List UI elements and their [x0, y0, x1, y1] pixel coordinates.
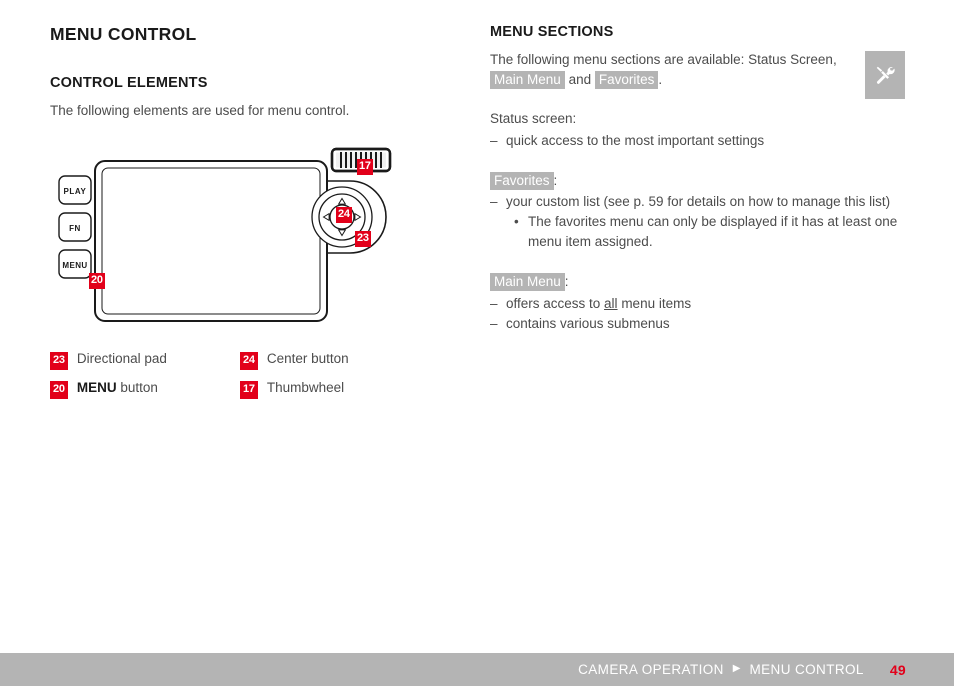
list-item: your custom list (see p. 59 for details … [490, 192, 905, 212]
menu-sections-intro: The following menu sections are availabl… [490, 50, 905, 89]
intro-part-2: and [568, 71, 592, 87]
diagram-marker-20: 20 [89, 272, 105, 289]
legend-label-rest: button [120, 379, 158, 395]
legend-label-bold: MENU [76, 379, 117, 395]
group-label-favorites: Favorites: [490, 171, 905, 191]
group-status-screen: Status screen: quick access to the most … [490, 109, 905, 151]
list-item: quick access to the most important setti… [490, 131, 905, 151]
camera-body-outline [94, 159, 328, 322]
legend-label: Center button [266, 350, 349, 366]
list-item-text-underline: all [604, 295, 618, 311]
right-column: MENU SECTIONS The following menu section… [490, 24, 905, 334]
legend-item-20: 20 MENU button [50, 380, 240, 399]
list-item: contains various submenus [490, 314, 905, 334]
intro-part-3: . [658, 71, 663, 87]
group-main-menu: Main Menu: offers access to all menu ite… [490, 272, 905, 334]
group-favorites: Favorites: your custom list (see p. 59 f… [490, 171, 905, 252]
page-title: MENU CONTROL [50, 24, 197, 44]
main-menu-list: offers access to all menu items contains… [490, 294, 905, 334]
page-footer: CAMERA OPERATION ▶ MENU CONTROL 49 [0, 653, 954, 686]
left-column: MENU CONTROL CONTROL ELEMENTS The follow… [50, 24, 450, 399]
legend-item-17: 17 Thumbwheel [240, 380, 430, 399]
legend-item-24: 24 Center button [240, 351, 430, 370]
svg-text:PLAY: PLAY [63, 187, 86, 196]
list-item: offers access to all menu items [490, 294, 905, 314]
control-elements-intro: The following elements are used for menu… [50, 103, 350, 118]
group-label-main-menu: Main Menu: [490, 272, 905, 292]
manual-page: MENU CONTROL CONTROL ELEMENTS The follow… [0, 0, 954, 686]
legend-number: 24 [240, 351, 258, 370]
legend-item-23: 23 Directional pad [50, 351, 240, 370]
group-label-suffix: : [564, 274, 569, 290]
list-item-text-after: menu items [617, 295, 692, 311]
diagram-marker-24: 24 [336, 206, 352, 223]
diagram-legend: 23 Directional pad 24 Center button 20 M… [50, 351, 410, 399]
favorites-sublist: The favorites menu can only be displayed… [490, 212, 905, 252]
diagram-marker-23: 23 [355, 230, 371, 247]
svg-text:MENU: MENU [62, 261, 87, 270]
tools-button[interactable] [865, 51, 905, 99]
camera-rear-diagram: PLAY FN MENU 17 24 23 20 [50, 141, 410, 331]
legend-label: Directional pad [76, 350, 167, 366]
tools-icon [876, 66, 895, 84]
section-title-menu-sections: MENU SECTIONS [490, 24, 614, 40]
legend-number: 23 [50, 351, 68, 370]
menu-tag-main-menu: Main Menu [490, 70, 565, 89]
chevron-right-icon: ▶ [732, 663, 741, 674]
intro-part-1: The following menu sections are availabl… [490, 52, 837, 67]
menu-tag-favorites: Favorites [490, 171, 554, 190]
legend-label: MENU button [77, 380, 158, 396]
list-item: The favorites menu can only be displayed… [514, 212, 905, 252]
legend-number: 20 [50, 380, 68, 399]
breadcrumb-section: MENU CONTROL [749, 662, 864, 677]
svg-text:FN: FN [69, 224, 81, 233]
group-label-status-screen: Status screen: [490, 111, 577, 127]
favorites-list: your custom list (see p. 59 for details … [490, 192, 905, 212]
status-screen-list: quick access to the most important setti… [490, 131, 905, 151]
diagram-marker-17: 17 [357, 158, 373, 175]
section-title-control-elements: CONTROL ELEMENTS [50, 75, 208, 91]
legend-label: Thumbwheel [266, 379, 345, 395]
legend-number: 17 [240, 380, 258, 399]
group-label-suffix: : [553, 172, 558, 188]
list-item-text-before: offers access to [506, 295, 605, 311]
page-number: 49 [889, 661, 906, 678]
menu-tag-favorites: Favorites [594, 70, 659, 89]
breadcrumb-chapter: CAMERA OPERATION [578, 662, 724, 677]
menu-tag-main-menu: Main Menu [490, 273, 565, 292]
camera-side-buttons: PLAY FN MENU [58, 174, 92, 279]
